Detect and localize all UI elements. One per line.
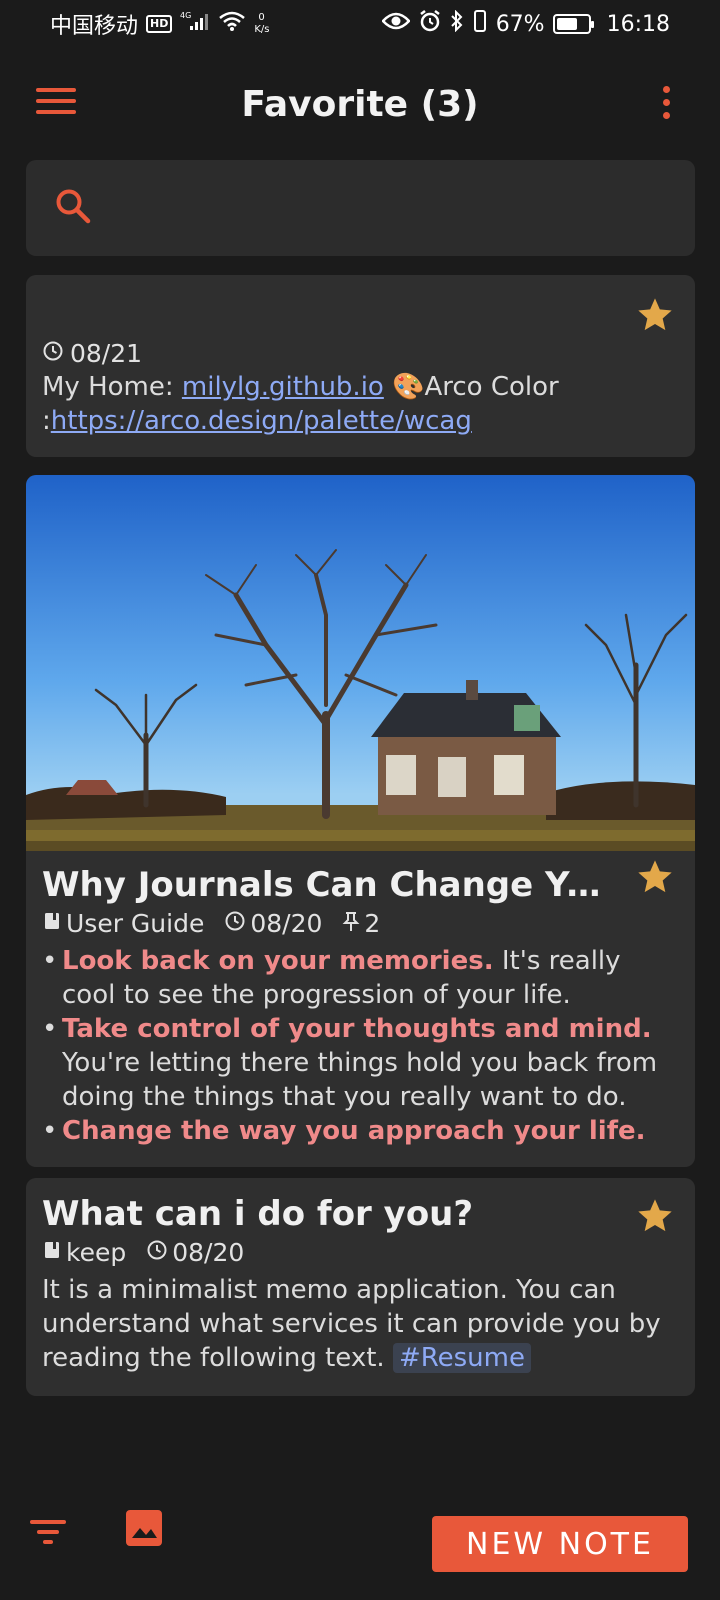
status-bar: 中国移动 HD 4G 0 K/s 67% 16:18	[0, 0, 720, 48]
app-bar: Favorite (3)	[0, 64, 720, 144]
vibrate-icon	[472, 9, 488, 39]
bullet-text: You're letting there things hold you bac…	[62, 1048, 658, 1112]
search-icon	[54, 187, 92, 229]
arco-link[interactable]: https://arco.design/palette/wcag	[51, 406, 472, 436]
bullet-highlight: Look back on your memories.	[62, 946, 494, 976]
net-speed-unit: K/s	[254, 24, 270, 35]
hd-badge: HD	[146, 15, 173, 33]
home-link[interactable]: milylg.github.io	[182, 372, 384, 402]
note-date: 08/21	[70, 339, 143, 368]
net-speed-value: 0	[258, 12, 265, 23]
signal-icon: 4G	[180, 10, 210, 38]
hamburger-icon[interactable]	[36, 88, 76, 120]
new-note-button[interactable]: NEW NOTE	[432, 1516, 688, 1572]
note-card[interactable]: 08/21 My Home: milylg.github.io 🎨Arco Co…	[26, 275, 695, 457]
note-text: It is a minimalist memo application. You…	[42, 1275, 661, 1373]
list-item: Change the way you approach your life.	[42, 1114, 679, 1148]
clock-icon	[42, 339, 64, 368]
bluetooth-icon	[450, 9, 464, 38]
note-category: User Guide	[66, 909, 205, 938]
filter-icon[interactable]	[28, 1514, 68, 1550]
net-speed: 0 K/s	[254, 12, 269, 36]
star-icon[interactable]	[635, 295, 675, 335]
star-icon[interactable]	[635, 857, 675, 897]
pin-icon	[342, 909, 360, 938]
note-date: 08/20	[250, 909, 323, 938]
star-icon[interactable]	[635, 1196, 675, 1236]
image-icon[interactable]	[124, 1508, 164, 1548]
note-card[interactable]: Why Journals Can Change Your... User Gui…	[26, 475, 695, 1167]
bullet-highlight: Change the way you approach your life.	[62, 1116, 646, 1146]
more-vert-icon[interactable]	[656, 86, 676, 124]
note-bullets: Look back on your memories. It's really …	[42, 944, 679, 1148]
battery-icon	[552, 14, 594, 34]
list-item: Take control of your thoughts and mind. …	[42, 1012, 679, 1114]
note-cover-image	[26, 475, 695, 851]
eye-icon	[380, 11, 411, 37]
book-icon	[42, 1238, 62, 1267]
note-title: What can i do for you?	[42, 1194, 474, 1234]
palette-emoji: 🎨	[392, 372, 425, 402]
note-content: My Home: milylg.github.io 🎨Arco Color :h…	[42, 370, 679, 438]
note-meta: User Guide 08/20 2	[42, 909, 679, 938]
book-icon	[42, 909, 62, 938]
clock-time: 16:18	[606, 11, 670, 37]
carrier-name: 中国移动	[50, 14, 139, 39]
bottom-bar: NEW NOTE	[0, 1500, 720, 1580]
note-meta: keep 08/20	[42, 1238, 679, 1267]
note-content: It is a minimalist memo application. You…	[42, 1273, 679, 1375]
clock-icon	[146, 1238, 168, 1267]
search-input[interactable]	[112, 193, 672, 223]
wifi-icon	[218, 10, 246, 38]
note-meta: 08/21	[42, 339, 679, 368]
network-type: 4G	[180, 11, 191, 20]
note-category: keep	[66, 1238, 127, 1267]
bullet-highlight: Take control of your thoughts and mind.	[62, 1014, 652, 1044]
tag-resume[interactable]: #Resume	[392, 1343, 531, 1373]
search-bar[interactable]	[26, 160, 695, 256]
note-pin-count: 2	[364, 909, 381, 938]
note-card[interactable]: What can i do for you? keep 08/20 It is …	[26, 1178, 695, 1396]
note-text-prefix: My Home:	[42, 372, 182, 402]
alarm-icon	[418, 9, 442, 39]
note-date: 08/20	[172, 1238, 245, 1267]
clock-icon	[224, 909, 246, 938]
battery-percent: 67%	[495, 11, 545, 37]
list-item: Look back on your memories. It's really …	[42, 944, 679, 1012]
note-title: Why Journals Can Change Your...	[42, 865, 622, 905]
page-title: Favorite (3)	[241, 83, 479, 125]
